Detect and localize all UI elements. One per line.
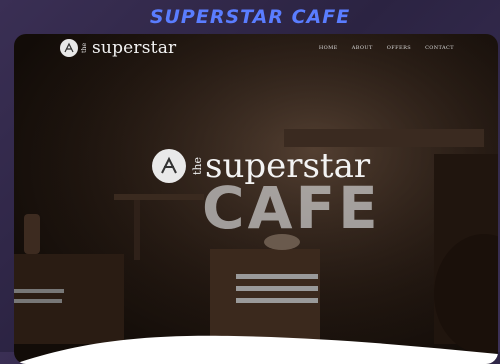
nav-about[interactable]: ABOUT <box>352 45 373 51</box>
nav-menu: HOME ABOUT OFFERS CONTACT <box>319 45 454 51</box>
nav-offers[interactable]: OFFERS <box>387 45 411 51</box>
bottom-wave-divider <box>14 335 498 364</box>
top-navigation: the superstar HOME ABOUT OFFERS CONTACT <box>14 34 498 64</box>
nav-contact[interactable]: CONTACT <box>425 45 454 51</box>
star-leaf-icon <box>152 149 186 183</box>
website-preview: the superstar HOME ABOUT OFFERS CONTACT … <box>14 34 498 364</box>
brand-the: the <box>81 43 88 53</box>
brand-logo[interactable]: the superstar <box>60 38 176 58</box>
nav-home[interactable]: HOME <box>319 45 338 51</box>
hero-the: the <box>191 156 204 175</box>
star-leaf-icon <box>60 39 78 57</box>
brand-name: superstar <box>92 38 177 58</box>
hero-cafe-title: CAFE <box>202 174 381 242</box>
page-heading: SUPERSTAR CAFE <box>149 6 351 28</box>
